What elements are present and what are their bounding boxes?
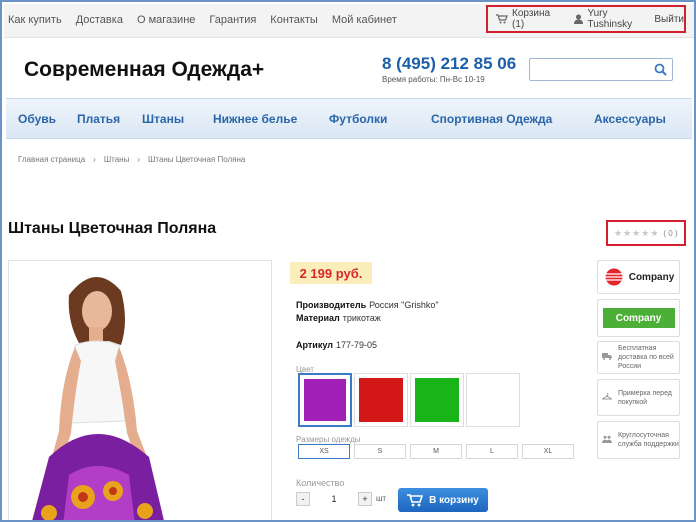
breadcrumb-home[interactable]: Главная страница xyxy=(18,155,85,164)
company-name-red: Company xyxy=(628,271,675,283)
support-people-icon xyxy=(602,435,612,446)
company-badge-green[interactable]: Company xyxy=(597,299,680,337)
add-to-cart-label: В корзину xyxy=(429,494,479,506)
star-icon[interactable]: ★ xyxy=(641,228,649,239)
working-hours: Время работы: Пн-Вс 10-19 xyxy=(382,75,485,84)
cart-link[interactable]: Корзина (1) xyxy=(496,8,562,30)
material-row: Материал трикотаж xyxy=(296,313,381,323)
main-menu: Обувь Платья Штаны Нижнее белье Футболки… xyxy=(6,98,692,139)
topnav-warranty[interactable]: Гарантия xyxy=(209,14,256,26)
cart-icon xyxy=(407,493,424,507)
product-title: Штаны Цветочная Поляна xyxy=(8,220,217,237)
phone-number: 8 (495) 212 85 06 xyxy=(382,54,517,73)
menu-item-tshirts[interactable]: Футболки xyxy=(329,112,387,126)
size-option-xl[interactable]: XL xyxy=(522,444,574,459)
feature-free-delivery-text: Бесплатная доставка по всей России xyxy=(618,345,674,370)
feature-free-delivery: Бесплатная доставка по всей России xyxy=(597,341,680,374)
company-name-green: Company xyxy=(602,308,675,328)
breadcrumb-trousers[interactable]: Штаны xyxy=(104,155,130,164)
quantity-unit: шт xyxy=(376,494,387,503)
quantity-label: Количество xyxy=(296,478,345,488)
star-icon[interactable]: ★ xyxy=(632,228,640,239)
menu-item-dresses[interactable]: Платья xyxy=(77,112,120,126)
product-image[interactable] xyxy=(8,260,272,520)
menu-item-underwear[interactable]: Нижнее белье xyxy=(213,112,297,126)
feature-support: Круглосуточная служба поддержки xyxy=(597,421,680,459)
search-input[interactable] xyxy=(530,59,648,80)
swatch-fill xyxy=(471,378,515,422)
material-value: трикотаж xyxy=(342,313,381,323)
color-swatch-red[interactable] xyxy=(354,373,408,427)
size-label: Размеры одежды xyxy=(296,435,361,444)
product-photo xyxy=(32,276,164,520)
breadcrumb: Главная страница › Штаны › Штаны Цветочн… xyxy=(18,155,245,164)
breadcrumb-separator: › xyxy=(137,155,141,164)
feature-row: Бесплатная доставка по всей России xyxy=(598,342,679,373)
feature-try-on-text: Примерка перед покупкой xyxy=(618,389,672,406)
breadcrumb-separator: › xyxy=(93,155,96,164)
page-frame: Как купить Доставка О магазине Гарантия … xyxy=(0,0,696,522)
star-icon[interactable]: ★ xyxy=(623,228,631,239)
search-box xyxy=(529,58,673,81)
color-swatch-purple[interactable] xyxy=(298,373,352,427)
feature-try-on: Примерка перед покупкой xyxy=(597,379,680,416)
rating-count: ( 0 ) xyxy=(663,228,678,238)
company-badge-red[interactable]: Company xyxy=(597,260,680,294)
topnav-contacts[interactable]: Контакты xyxy=(270,14,318,26)
article-row: Артикул 177-79-05 xyxy=(296,340,377,350)
quantity-minus-button[interactable]: - xyxy=(296,492,310,506)
color-swatch-white[interactable] xyxy=(466,373,520,427)
add-to-cart-button[interactable]: В корзину xyxy=(398,488,488,512)
search-button[interactable] xyxy=(648,59,672,80)
cart-icon xyxy=(496,14,508,24)
site-logo[interactable]: Современная Одежда+ xyxy=(24,58,264,82)
feature-support-text: Круглосуточная служба поддержки xyxy=(618,432,679,448)
rating-box[interactable]: ★ ★ ★ ★ ★ ( 0 ) xyxy=(606,220,686,246)
size-option-xs[interactable]: XS xyxy=(298,444,350,459)
manufacturer-value: Россия "Grishko" xyxy=(369,300,439,310)
feature-row: Примерка перед покупкой xyxy=(598,380,679,415)
article-value: 177-79-05 xyxy=(335,340,377,350)
size-option-m[interactable]: M xyxy=(410,444,462,459)
topnav-about[interactable]: О магазине xyxy=(137,14,195,26)
user-name: Yury Tushinsky xyxy=(587,8,633,30)
quantity-input[interactable]: 1 xyxy=(314,492,354,506)
article-label: Артикул xyxy=(296,340,333,350)
swatch-fill xyxy=(304,379,346,421)
menu-item-accessories[interactable]: Аксессуары xyxy=(594,112,666,126)
account-box: Корзина (1) Yury Tushinsky Выйти xyxy=(486,5,686,33)
user-icon xyxy=(574,14,584,24)
top-nav: Как купить Доставка О магазине Гарантия … xyxy=(8,14,411,26)
search-icon xyxy=(654,63,667,76)
company-logo-icon xyxy=(605,268,623,286)
star-icon[interactable]: ★ xyxy=(614,228,622,239)
quantity-plus-button[interactable]: + xyxy=(358,492,372,506)
color-swatch-green[interactable] xyxy=(410,373,464,427)
size-option-s[interactable]: S xyxy=(354,444,406,459)
truck-icon xyxy=(602,352,612,363)
company-logo-red: Company xyxy=(598,261,679,293)
menu-item-trousers[interactable]: Штаны xyxy=(142,112,184,126)
feature-row: Круглосуточная служба поддержки xyxy=(598,422,679,458)
size-option-l[interactable]: L xyxy=(466,444,518,459)
product-price: 2 199 руб. xyxy=(290,262,372,284)
manufacturer-row: Производитель Россия "Grishko" xyxy=(296,300,439,310)
menu-item-sportswear[interactable]: Спортивная Одежда xyxy=(431,112,552,126)
topnav-delivery[interactable]: Доставка xyxy=(76,14,123,26)
breadcrumb-current: Штаны Цветочная Поляна xyxy=(148,155,246,164)
hanger-icon xyxy=(601,392,613,403)
material-label: Материал xyxy=(296,313,340,323)
user-link[interactable]: Yury Tushinsky Выйти xyxy=(574,8,684,30)
company-logo-green: Company xyxy=(598,300,679,336)
swatch-fill xyxy=(415,378,459,422)
logout-link[interactable]: Выйти xyxy=(654,14,684,25)
star-icon[interactable]: ★ xyxy=(650,228,658,239)
manufacturer-label: Производитель xyxy=(296,300,367,310)
cart-label: Корзина (1) xyxy=(512,8,551,30)
menu-item-shoes[interactable]: Обувь xyxy=(18,112,56,126)
swatch-fill xyxy=(359,378,403,422)
topnav-my-account[interactable]: Мой кабинет xyxy=(332,14,397,26)
topnav-how-to-buy[interactable]: Как купить xyxy=(8,14,62,26)
